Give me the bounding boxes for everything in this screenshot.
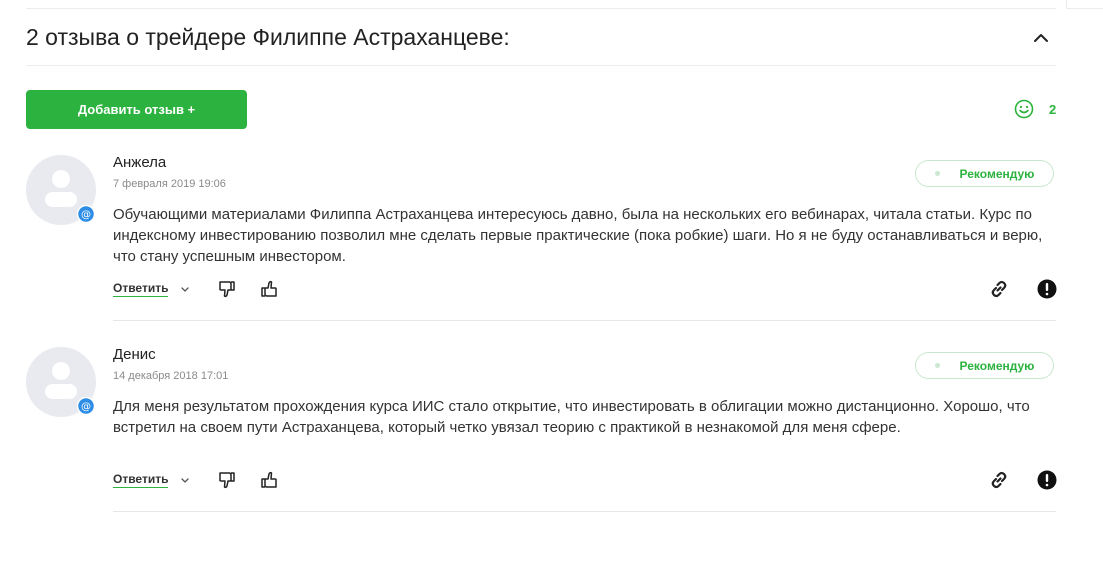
review-date: 14 декабря 2018 17:01 [113, 370, 229, 382]
report-icon[interactable] [1036, 278, 1058, 300]
page-title: 2 отзыва о трейдере Филиппе Астраханцеве… [26, 24, 510, 50]
top-divider [26, 8, 1056, 9]
chevron-down-icon[interactable] [180, 284, 190, 294]
dot-icon [934, 171, 940, 176]
thumbs-down-icon[interactable] [217, 470, 237, 490]
add-review-button[interactable]: Добавить отзыв + [26, 90, 247, 129]
thumbs-up-icon[interactable] [259, 279, 279, 299]
review-divider [113, 511, 1056, 512]
corner-divider [1066, 8, 1103, 9]
email-badge-icon: @ [77, 205, 95, 223]
reviews-header: 2 отзыва о трейдере Филиппе Астраханцеве… [26, 21, 1056, 66]
review-actions: Ответить [113, 470, 279, 490]
report-icon[interactable] [1036, 469, 1058, 491]
collapse-button[interactable] [1030, 27, 1052, 49]
svg-text:@: @ [81, 210, 91, 221]
reply-button[interactable]: Ответить [113, 472, 169, 488]
thumbs-up-icon[interactable] [259, 470, 279, 490]
recommend-label: Рекомендую [959, 166, 1035, 181]
recommend-badge[interactable]: Рекомендую [915, 352, 1054, 379]
link-icon[interactable] [988, 469, 1010, 491]
review-actions: Ответить [113, 279, 279, 299]
rating-count: 2 [1049, 101, 1057, 117]
review-text: Для меня результатом прохождения курса И… [113, 398, 1030, 436]
rating-summary: 2 [1014, 99, 1056, 119]
email-badge-icon: @ [77, 397, 95, 415]
recommend-label: Рекомендую [959, 358, 1035, 373]
smile-icon [1014, 99, 1034, 119]
thumbs-down-icon[interactable] [217, 279, 237, 299]
chevron-down-icon[interactable] [180, 475, 190, 485]
review-divider [113, 320, 1056, 321]
review-author: Денис [113, 346, 156, 363]
svg-text:@: @ [81, 402, 91, 413]
review-text: Обучающими материалами Филиппа Астраханц… [113, 206, 1043, 265]
dot-icon [934, 363, 940, 368]
review-date: 7 февраля 2019 19:06 [113, 178, 226, 190]
reply-button[interactable]: Ответить [113, 281, 169, 297]
link-icon[interactable] [988, 278, 1010, 300]
recommend-badge[interactable]: Рекомендую [915, 160, 1054, 187]
corner-divider [1066, 0, 1067, 8]
review-author: Анжела [113, 154, 167, 171]
chevron-up-icon [1034, 34, 1048, 42]
